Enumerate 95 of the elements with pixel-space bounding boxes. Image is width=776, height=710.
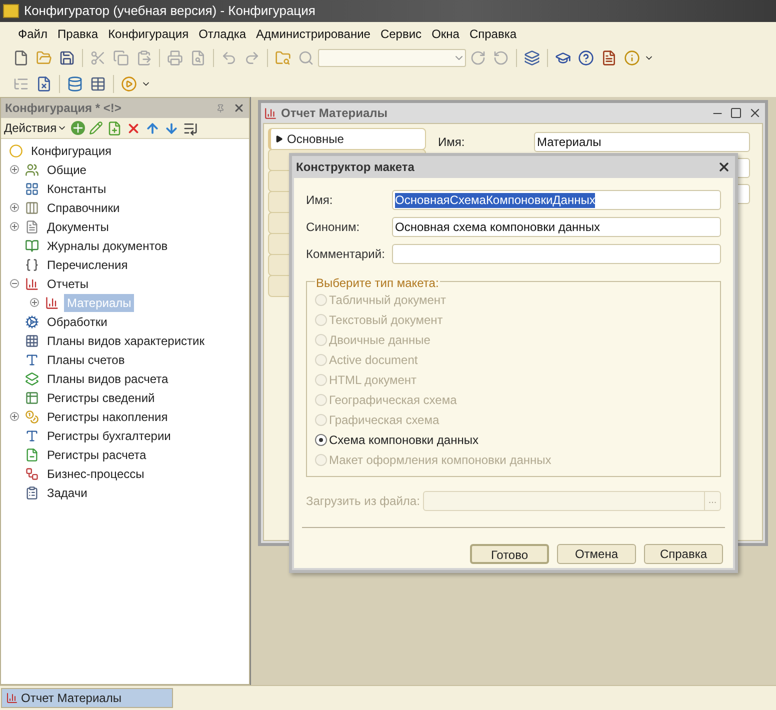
tree-item[interactable]: Планы видов характеристик	[44, 332, 208, 350]
field-label: Имя:	[306, 192, 334, 209]
tree-item[interactable]: Документы	[44, 218, 112, 236]
tree-item[interactable]: Справочники	[44, 198, 123, 216]
menu-item[interactable]: Администрирование	[252, 24, 374, 42]
document-icon	[25, 220, 39, 234]
menu-item[interactable]: Сервис	[376, 24, 426, 42]
option-label: Макет оформления компоновки данных	[329, 452, 552, 469]
name-field[interactable]: Материалы	[534, 132, 750, 152]
close-icon[interactable]	[717, 160, 731, 174]
tree-item[interactable]: Бизнес-процессы	[44, 464, 148, 482]
sort-icon[interactable]	[182, 120, 198, 136]
bar-chart-icon	[264, 106, 277, 120]
tree-item[interactable]: Регистры накопления	[44, 408, 171, 426]
columns-icon	[25, 200, 39, 214]
app-icon	[3, 4, 19, 18]
field-label: Синоним:	[306, 219, 361, 236]
option-label: HTML документ	[329, 372, 417, 389]
layers-icon	[25, 372, 39, 386]
option-label: Табличный документ	[329, 292, 446, 309]
window-title: Отчет Материалы	[281, 105, 388, 122]
tree-item[interactable]: Задачи	[44, 484, 90, 502]
copy-file-icon[interactable]	[106, 120, 122, 136]
bar-chart-icon	[25, 276, 39, 290]
menu-item[interactable]: Отладка	[194, 24, 250, 42]
letter-t-icon	[25, 428, 39, 442]
bar-chart-icon	[6, 692, 18, 704]
bar-chart-icon	[45, 296, 59, 310]
dialog-button[interactable]: Справка	[644, 544, 723, 564]
close-icon[interactable]	[748, 106, 762, 120]
option-label: Текстовый документ	[329, 312, 443, 329]
move-down-icon[interactable]	[164, 120, 179, 136]
field-label: Комментарий:	[306, 246, 386, 263]
menu-item[interactable]: Справка	[465, 24, 521, 42]
collapse-toggle[interactable]	[10, 279, 18, 288]
tree-item[interactable]: Планы счетов	[44, 350, 128, 368]
dialog-title: Конструктор макета	[296, 159, 414, 176]
window-title: Конфигуратор (учебная версия) - Конфигурация	[24, 2, 316, 20]
option-label: Active document	[329, 352, 418, 369]
gear-icon	[25, 314, 39, 328]
tiles-icon	[25, 182, 39, 196]
input-field[interactable]: Основная схема компоновки данных	[392, 217, 721, 237]
task-list-icon	[25, 486, 39, 500]
search-combo[interactable]	[318, 49, 466, 67]
sphere-icon	[9, 144, 23, 158]
dialog-button[interactable]: Отмена	[557, 544, 636, 564]
add-icon[interactable]	[70, 121, 85, 135]
radio-button[interactable]	[315, 434, 327, 446]
table-icon	[25, 390, 39, 404]
menu-item[interactable]: Конфигурация	[104, 24, 193, 42]
dialog-button[interactable]: Готово	[470, 544, 549, 564]
tree-item[interactable]: Общие	[44, 160, 90, 178]
triangle-icon	[275, 135, 283, 143]
menu-item[interactable]: Файл	[14, 24, 52, 42]
workflow-icon	[25, 466, 39, 480]
grid-icon	[25, 334, 39, 348]
letter-t-icon	[25, 352, 39, 366]
field-label: Загрузить из файла:	[306, 493, 421, 510]
braces-icon	[25, 258, 39, 272]
pencil-icon[interactable]	[88, 121, 103, 135]
tree-item[interactable]: Конфигурация	[28, 142, 115, 160]
section-tab[interactable]: Основные	[268, 128, 426, 150]
tree-item[interactable]: Регистры расчета	[44, 446, 150, 464]
journal-icon	[25, 238, 39, 252]
taskbar-item[interactable]: Отчет Материалы	[1, 688, 173, 708]
coins-icon	[25, 410, 39, 424]
option-label: Двоичные данные	[329, 332, 430, 349]
menu-item[interactable]: Окна	[428, 24, 464, 42]
expand-toggle[interactable]	[10, 165, 18, 174]
tree-item[interactable]: Планы видов расчета	[44, 370, 172, 388]
tree-item[interactable]: Константы	[44, 180, 110, 198]
tree-item[interactable]: Журналы документов	[44, 236, 171, 254]
figures-icon	[25, 162, 39, 176]
tree-item[interactable]: Перечисления	[44, 256, 131, 274]
close-icon[interactable]	[233, 102, 245, 114]
maximize-icon[interactable]	[730, 107, 742, 119]
move-up-icon[interactable]	[144, 120, 160, 136]
option-label: Географическая схема	[329, 392, 457, 409]
option-label: Графическая схема	[329, 412, 440, 429]
menu-item[interactable]: Правка	[54, 24, 102, 42]
expand-toggle[interactable]	[30, 298, 38, 307]
tree-item[interactable]: Обработки	[44, 312, 110, 330]
register-icon	[25, 448, 39, 462]
expand-toggle[interactable]	[10, 222, 18, 231]
tree-item[interactable]: Регистры бухгалтерии	[44, 426, 174, 444]
panel-title: Конфигурация * <!>	[5, 100, 122, 117]
tree-item[interactable]: Отчеты	[44, 274, 92, 292]
field-label: Имя:	[438, 134, 466, 151]
tree-item[interactable]: Регистры сведений	[44, 388, 158, 406]
pin-icon[interactable]	[216, 104, 225, 112]
expand-toggle[interactable]	[10, 412, 18, 421]
input-field[interactable]	[392, 244, 721, 264]
option-label: Схема компоновки данных	[329, 432, 478, 449]
input-field[interactable]: ОсновнаяСхемаКомпоновкиДанных	[392, 190, 721, 210]
expand-toggle[interactable]	[10, 203, 18, 212]
